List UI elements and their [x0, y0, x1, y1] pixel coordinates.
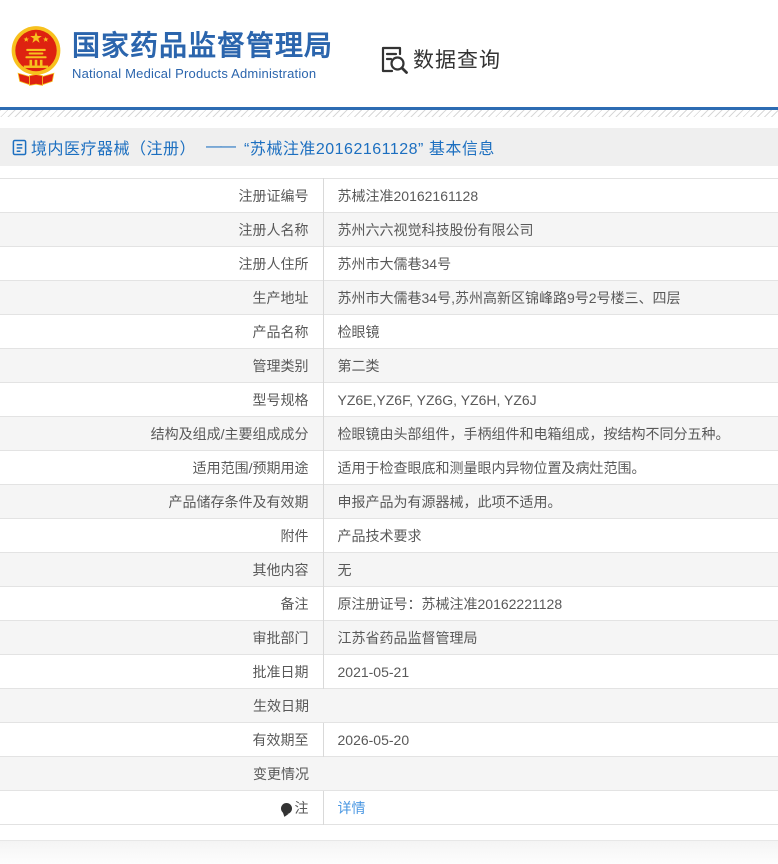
- table-row: 管理类别 第二类: [0, 348, 778, 383]
- table-row: 产品储存条件及有效期 申报产品为有源器械，此项不适用。: [0, 484, 778, 519]
- row-label: 审批部门: [0, 620, 323, 655]
- row-value: 苏州六六视觉科技股份有限公司: [322, 212, 778, 247]
- row-label: 其他内容: [0, 552, 323, 587]
- national-emblem-icon: [10, 23, 62, 91]
- agency-name-cn: 国家药品监督管理局: [72, 29, 334, 61]
- row-label: 产品名称: [0, 314, 323, 349]
- hatch-stripe: [0, 110, 778, 117]
- row-label: 备注: [0, 586, 323, 621]
- row-value: 详情: [322, 790, 778, 825]
- row-value: YZ6E,YZ6F, YZ6G, YZ6H, YZ6J: [322, 382, 778, 417]
- row-label: 变更情况: [0, 756, 323, 791]
- site-header: 国家药品监督管理局 National Medical Products Admi…: [0, 0, 778, 107]
- table-row: 注册人住所 苏州市大儒巷34号: [0, 246, 778, 281]
- row-label: 型号规格: [0, 382, 323, 417]
- row-value: 2026-05-20: [322, 722, 778, 757]
- row-value: 产品技术要求: [322, 518, 778, 553]
- table-row: 其他内容无: [0, 552, 778, 587]
- row-value: [323, 688, 778, 723]
- agency-name-en: National Medical Products Administration: [72, 66, 317, 82]
- row-label: 适用范围/预期用途: [0, 450, 323, 485]
- row-label: 附件: [0, 518, 323, 553]
- row-value: 原注册证号：苏械注准20162221128: [322, 586, 778, 621]
- row-label: 生产地址: [0, 280, 323, 315]
- table-row: 批准日期 2021-05-21: [0, 654, 778, 689]
- table-row: 有效期至 2026-05-20: [0, 722, 778, 757]
- row-value: 申报产品为有源器械，此项不适用。: [322, 484, 778, 519]
- row-label: 注册人住所: [0, 246, 323, 281]
- row-value: 适用于检查眼底和测量眼内异物位置及病灶范围。: [322, 450, 778, 485]
- page-footer: [0, 840, 778, 864]
- table-row: 适用范围/预期用途 适用于检查眼底和测量眼内异物位置及病灶范围。: [0, 450, 778, 485]
- row-value: 无: [322, 552, 778, 587]
- table-row: 生效日期: [0, 688, 778, 723]
- detail-link[interactable]: 详情: [338, 800, 366, 816]
- row-value: 检眼镜: [322, 314, 778, 349]
- breadcrumb-section: 境内医疗器械（注册）: [31, 141, 197, 158]
- table-row: 注详情: [0, 790, 778, 825]
- info-table-body: 注册证编号 苏械注准20162161128 注册人名称 苏州六六视觉科技股份有限公司注…: [0, 178, 778, 825]
- row-label: 结构及组成/主要组成成分: [0, 416, 323, 451]
- row-value: 2021-05-21: [322, 654, 778, 689]
- row-label: 生效日期: [0, 688, 323, 723]
- row-value: 检眼镜由头部组件，手柄组件和电箱组成，按结构不同分五种。: [322, 416, 778, 451]
- table-row: 变更情况: [0, 756, 778, 791]
- row-label: 注册人名称: [0, 212, 323, 247]
- row-value: [323, 756, 778, 791]
- agency-title-block: 国家药品监督管理局 National Medical Products Admi…: [72, 30, 333, 81]
- table-row: 审批部门 江苏省药品监督管理局: [0, 620, 778, 655]
- row-label: 产品储存条件及有效期: [0, 484, 323, 519]
- table-row: 产品名称 检眼镜: [0, 314, 778, 349]
- row-label: 批准日期: [0, 654, 323, 689]
- table-row: 结构及组成/主要组成成分 检眼镜由头部组件，手柄组件和电箱组成，按结构不同分五种。: [0, 416, 778, 451]
- table-row: 型号规格 YZ6E,YZ6F, YZ6G, YZ6H, YZ6J: [0, 382, 778, 417]
- breadcrumb: 境内医疗器械（注册） —— “苏械注准20162161128” 基本信息: [0, 128, 778, 166]
- data-query-nav[interactable]: 数据查询: [379, 44, 501, 74]
- row-value: 苏州市大儒巷34号,苏州高新区锦峰路9号2号楼三、四层: [322, 280, 778, 315]
- row-value: 苏械注准20162161128: [322, 178, 778, 213]
- breadcrumb-dash: ——: [206, 138, 236, 155]
- page-title: “苏械注准20162161128” 基本信息: [244, 141, 495, 158]
- table-row: 注册人名称 苏州六六视觉科技股份有限公司: [0, 212, 778, 247]
- note-balloon-icon: [280, 802, 292, 814]
- document-icon: [12, 139, 27, 156]
- row-value: 江苏省药品监督管理局: [322, 620, 778, 655]
- row-value: 第二类: [322, 348, 778, 383]
- table-row: 备注 原注册证号：苏械注准20162221128: [0, 586, 778, 621]
- row-value: 苏州市大儒巷34号: [322, 246, 778, 281]
- table-row: 生产地址 苏州市大儒巷34号,苏州高新区锦峰路9号2号楼三、四层: [0, 280, 778, 315]
- registration-info-table: 注册证编号 苏械注准20162161128 注册人名称 苏州六六视觉科技股份有限公司注…: [0, 178, 778, 825]
- data-query-label: 数据查询: [413, 48, 502, 72]
- row-label: 注册证编号: [238, 187, 309, 204]
- table-row: 注册证编号 苏械注准20162161128: [0, 178, 778, 213]
- row-label: 有效期至: [0, 722, 323, 757]
- row-label: 注: [0, 790, 323, 825]
- table-row: 附件 产品技术要求: [0, 518, 778, 553]
- row-label: 管理类别: [0, 348, 323, 383]
- data-query-icon: [379, 44, 409, 74]
